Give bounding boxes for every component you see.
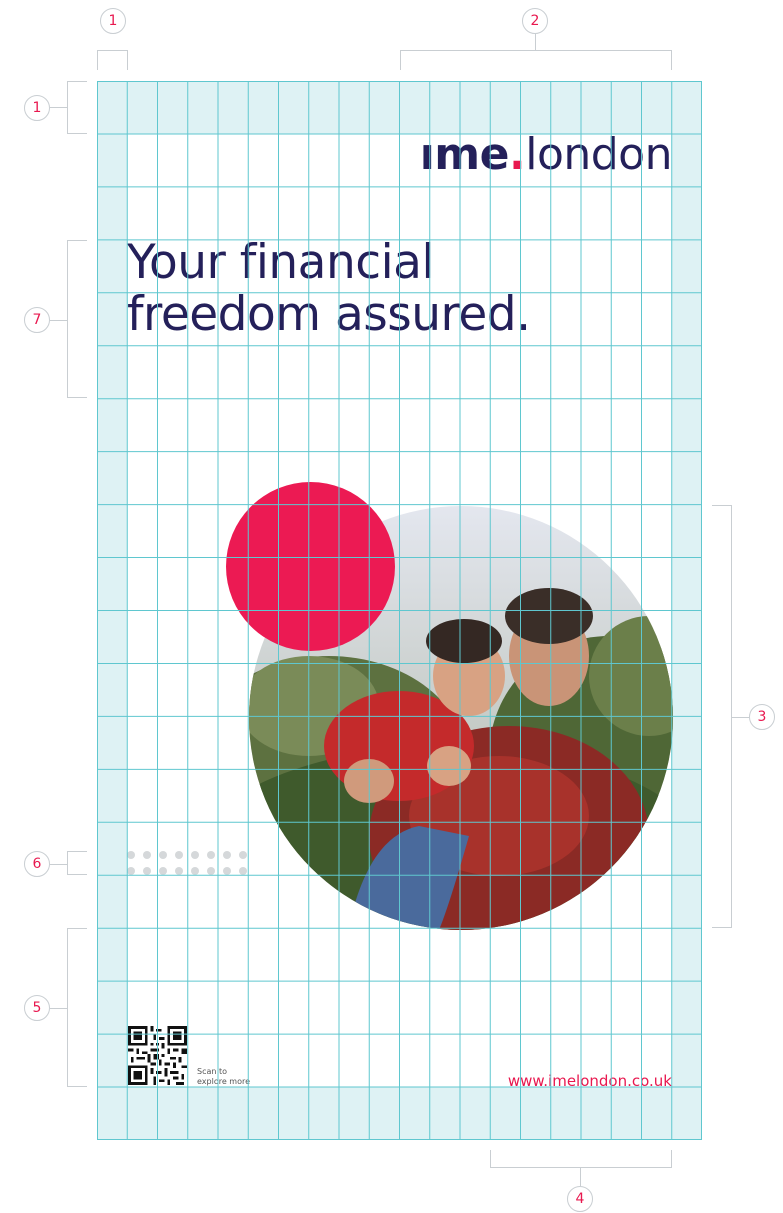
annotation-bracket-2 bbox=[400, 50, 672, 70]
headline: Your financial freedom assured. bbox=[127, 237, 647, 341]
annotation-marker-2: 2 bbox=[522, 8, 548, 34]
annotation-marker-6: 6 bbox=[24, 851, 50, 877]
annotation-bracket-7 bbox=[67, 240, 87, 398]
annotation-marker-5: 5 bbox=[24, 995, 50, 1021]
annotation-stem-6 bbox=[50, 864, 67, 865]
annotation-marker-3: 3 bbox=[749, 704, 775, 730]
qr-code-icon[interactable] bbox=[128, 1026, 187, 1085]
annotation-bracket-4 bbox=[490, 1150, 672, 1168]
annotation-stem-7 bbox=[50, 320, 67, 321]
logo-dot: . bbox=[509, 129, 526, 180]
annotation-marker-1-top: 1 bbox=[100, 8, 126, 34]
annotation-marker-4: 4 bbox=[567, 1186, 593, 1212]
headline-line-1: Your financial bbox=[127, 235, 435, 290]
annotation-bracket-1-left bbox=[67, 81, 87, 134]
annotation-stem-4 bbox=[580, 1168, 581, 1186]
annotation-stem-5 bbox=[50, 1008, 67, 1009]
annotation-marker-1-left: 1 bbox=[24, 95, 50, 121]
website-url[interactable]: www.imelondon.co.uk bbox=[508, 1072, 672, 1090]
annotation-stem-2 bbox=[535, 34, 536, 50]
red-circle-accent bbox=[226, 482, 395, 651]
annotation-bracket-6 bbox=[67, 851, 87, 875]
bottom-margin-band bbox=[97, 1087, 702, 1140]
qr-caption-line-1: Scan to bbox=[197, 1067, 228, 1076]
brand-logo: ıme.london bbox=[420, 133, 673, 177]
annotation-bracket-3 bbox=[712, 505, 732, 928]
annotation-bracket-1-top bbox=[97, 50, 128, 70]
annotation-bracket-5 bbox=[67, 928, 87, 1087]
annotation-stem-3 bbox=[732, 717, 749, 718]
annotation-marker-7: 7 bbox=[24, 307, 50, 333]
dot-pattern bbox=[127, 851, 251, 877]
poster: ıme.london Your financial freedom assure… bbox=[97, 81, 702, 1140]
left-margin-band bbox=[97, 81, 127, 1140]
logo-wordmark-light: london bbox=[525, 129, 672, 180]
qr-caption-line-2: explore more bbox=[197, 1077, 251, 1086]
annotation-stem-1-left bbox=[50, 107, 67, 108]
headline-line-2: freedom assured. bbox=[127, 287, 531, 342]
right-margin-band bbox=[672, 81, 702, 1140]
qr-caption: Scan to explore more bbox=[197, 1067, 250, 1087]
logo-wordmark-bold: ıme bbox=[419, 129, 510, 180]
top-column-bands bbox=[97, 81, 702, 134]
